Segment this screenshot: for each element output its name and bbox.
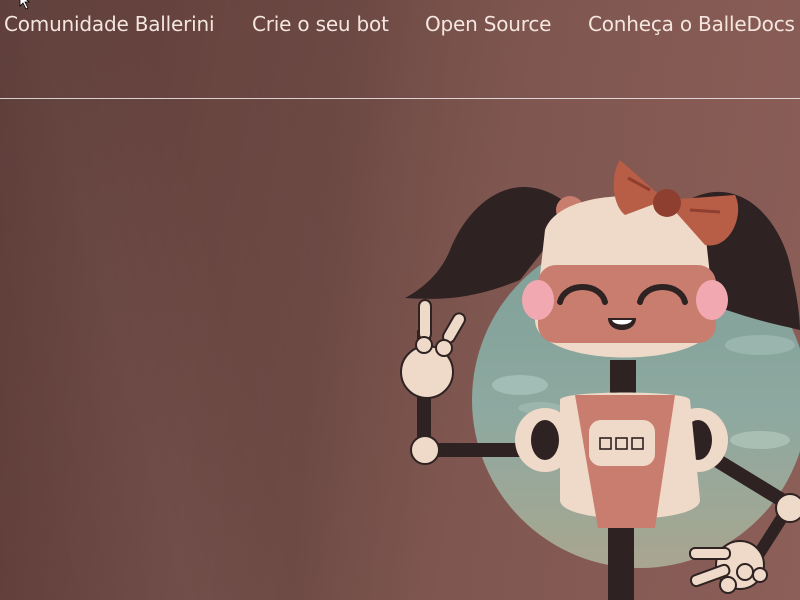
nav-link-crie-seu-bot[interactable]: Crie o seu bot: [252, 12, 389, 36]
nav-link-comunidade-ballerini[interactable]: Comunidade Ballerini: [4, 12, 215, 36]
robot-girl-illustration: [400, 160, 800, 600]
top-navigation: Comunidade Ballerini Crie o seu bot Open…: [0, 0, 800, 99]
nav-link-open-source[interactable]: Open Source: [425, 12, 551, 36]
nav-link-conheca-balledocs[interactable]: Conheça o BalleDocs: [588, 12, 795, 36]
